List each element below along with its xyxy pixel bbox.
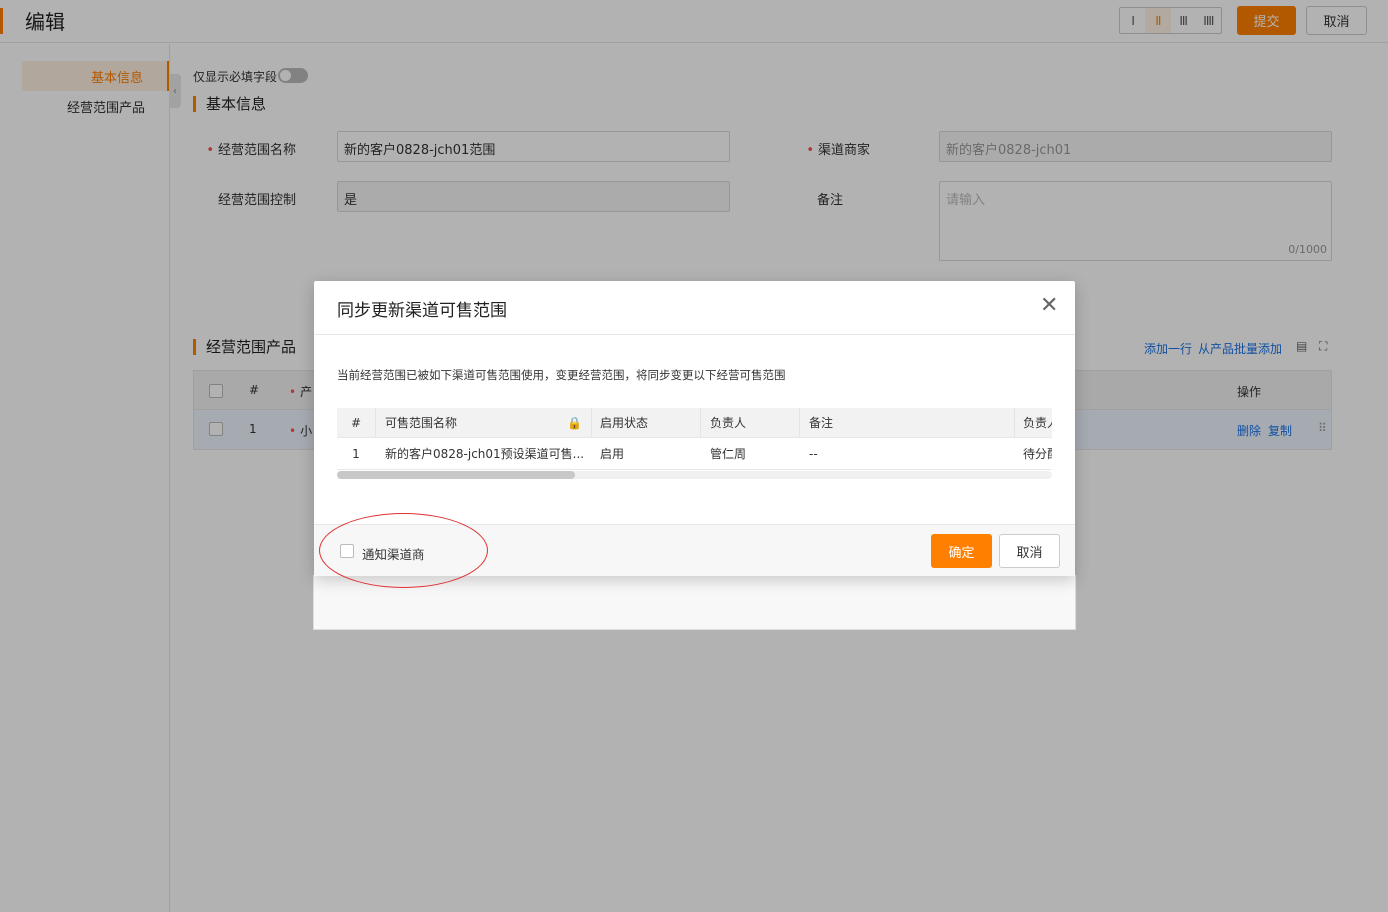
row-index: 1 xyxy=(352,446,360,461)
row-owner: 管仁周 xyxy=(710,447,747,461)
dialog-divider xyxy=(314,334,1075,335)
lock-icon: 🔒 xyxy=(567,415,582,430)
dialog-title: 同步更新渠道可售范围 xyxy=(337,301,507,321)
col-owner: 负责人 xyxy=(710,416,747,430)
col-index: # xyxy=(350,415,362,430)
sale-scope-table: # 可售范围名称 🔒 启用状态 负责人 备注 负责人 1 新的客户0828-jc… xyxy=(337,408,1052,478)
col-scope-name: 可售范围名称 xyxy=(385,416,458,430)
col-owner-2: 负责人 xyxy=(1023,416,1052,430)
col-remark: 备注 xyxy=(809,416,834,430)
close-icon[interactable]: ✕ xyxy=(1040,295,1058,317)
dialog-cancel-button[interactable]: 取消 xyxy=(999,534,1060,568)
scrollbar-thumb[interactable] xyxy=(337,471,575,479)
red-annotation-ellipse xyxy=(319,513,488,588)
row-remark: -- xyxy=(809,446,818,461)
row-extra: 待分配 xyxy=(1023,447,1052,461)
sale-scope-table-header: # 可售范围名称 🔒 启用状态 负责人 备注 负责人 xyxy=(337,408,1052,438)
confirm-button[interactable]: 确定 xyxy=(931,534,992,568)
dialog-description: 当前经营范围已被如下渠道可售范围使用，变更经营范围，将同步变更以下经营可售范围 xyxy=(337,368,786,382)
row-scope-name-link[interactable]: 新的客户0828-jch01预设渠道可售... xyxy=(385,438,585,469)
horizontal-scrollbar[interactable] xyxy=(337,471,1052,479)
table-row: 1 新的客户0828-jch01预设渠道可售... 启用 管仁周 -- 待分配 xyxy=(337,438,1052,470)
col-status: 启用状态 xyxy=(600,416,649,430)
row-status: 启用 xyxy=(600,447,625,461)
